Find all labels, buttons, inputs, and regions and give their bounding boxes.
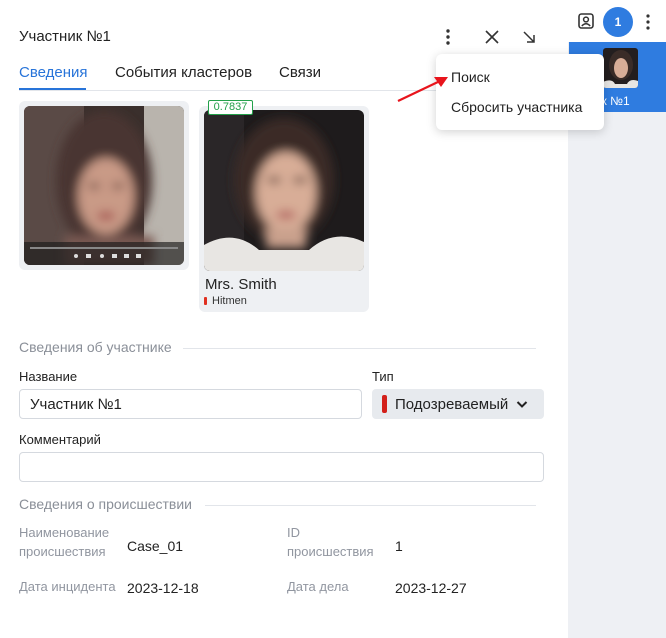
person-badge-icon[interactable] bbox=[577, 12, 595, 30]
participant-count-badge[interactable]: 1 bbox=[603, 7, 633, 37]
tab-details[interactable]: Сведения bbox=[19, 64, 88, 81]
comment-input[interactable] bbox=[19, 452, 544, 482]
name-input-value: Участник №1 bbox=[30, 395, 122, 413]
case-date-value: 2023-12-27 bbox=[395, 580, 467, 596]
tab-links[interactable]: Связи bbox=[279, 64, 321, 81]
menu-item-reset-participant[interactable]: Сбросить участника bbox=[451, 99, 582, 115]
incident-date-value: 2023-12-18 bbox=[127, 580, 199, 596]
comment-label: Комментарий bbox=[19, 432, 101, 447]
type-select-value: Подозреваемый bbox=[395, 396, 509, 413]
match-score-badge: 0.7837 bbox=[208, 100, 253, 115]
more-vertical-icon[interactable] bbox=[437, 26, 459, 48]
name-input[interactable]: Участник №1 bbox=[19, 389, 362, 419]
incident-date-label: Дата инцидента bbox=[19, 579, 116, 594]
case-name-value: Case_01 bbox=[127, 538, 184, 554]
person-name: Mrs. Smith bbox=[205, 276, 277, 293]
close-icon[interactable] bbox=[481, 26, 503, 48]
annotation-arrow-icon bbox=[397, 77, 448, 102]
incident-section-heading: Сведения о происшествии bbox=[19, 496, 193, 512]
case-date-label: Дата дела bbox=[287, 579, 349, 594]
participant-section-heading: Сведения об участнике bbox=[19, 339, 172, 355]
more-vertical-icon[interactable] bbox=[646, 14, 652, 30]
type-select[interactable]: Подозреваемый bbox=[372, 389, 544, 419]
panel-title: Участник №1 bbox=[19, 28, 111, 45]
type-label: Тип bbox=[372, 369, 394, 384]
case-name-label: Наименование происшествия bbox=[19, 525, 110, 559]
matched-person-photo[interactable] bbox=[204, 110, 364, 271]
arrow-down-right-icon[interactable] bbox=[518, 26, 540, 48]
active-tab-indicator bbox=[19, 88, 86, 90]
case-id-label: ID происшествия bbox=[287, 525, 374, 559]
chevron-down-icon bbox=[516, 397, 528, 415]
type-color-marker bbox=[382, 395, 387, 413]
section-divider bbox=[183, 348, 536, 349]
group-color-marker bbox=[204, 297, 207, 305]
context-menu: Поиск Сбросить участника bbox=[436, 54, 604, 130]
case-id-value: 1 bbox=[395, 538, 403, 554]
name-label: Название bbox=[19, 369, 78, 384]
sidebar-participant-thumbnail bbox=[603, 48, 638, 88]
menu-item-search[interactable]: Поиск bbox=[451, 69, 490, 85]
event-frame-image[interactable] bbox=[24, 106, 184, 265]
group-name: Hitmen bbox=[212, 295, 247, 307]
tab-cluster-events[interactable]: События кластеров bbox=[115, 64, 252, 81]
section-divider bbox=[205, 505, 536, 506]
